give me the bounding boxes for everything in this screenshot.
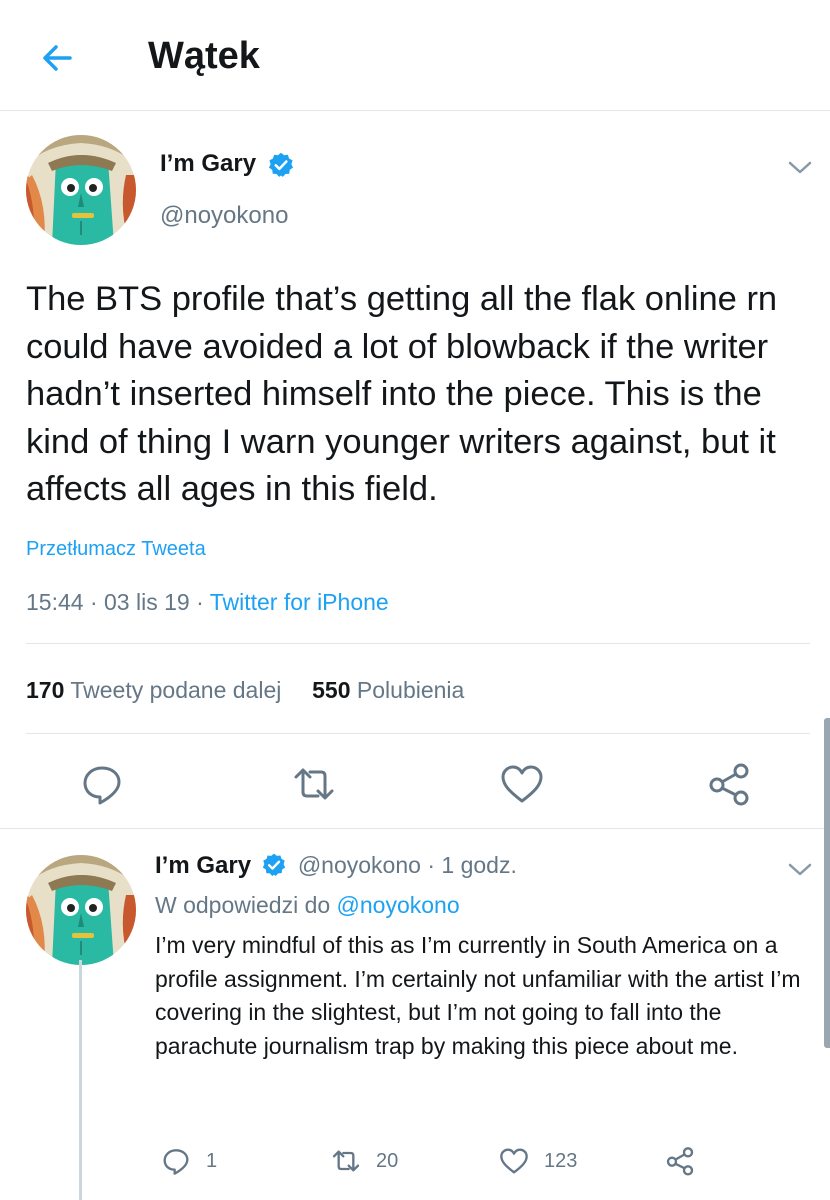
page-title: Wątek (148, 35, 260, 77)
divider (26, 643, 810, 644)
retweet-label: Tweety podane dalej (70, 677, 282, 703)
reply-time-ago: 1 godz. (441, 852, 517, 878)
verified-badge-icon (268, 152, 293, 177)
chevron-down-icon[interactable] (787, 862, 813, 878)
replying-to: W odpowiedzi do @noyokono (155, 892, 460, 919)
like-count: 550 (312, 677, 351, 703)
like-icon (501, 765, 543, 803)
reply-count: 1 (206, 1149, 218, 1172)
replying-to-handle-link[interactable]: @noyokono (337, 892, 460, 918)
avatar[interactable] (26, 135, 136, 245)
reply-icon (83, 766, 121, 805)
tweet-source-link[interactable]: Twitter for iPhone (210, 589, 389, 615)
avatar-illustration (26, 135, 136, 245)
share-icon (666, 1147, 694, 1176)
retweet-icon (332, 1150, 360, 1172)
like-button[interactable] (498, 760, 546, 808)
share-button[interactable] (664, 1145, 696, 1177)
like-icon (500, 1148, 528, 1174)
retweet-count: 20 (376, 1149, 399, 1172)
like-label: Polubienia (356, 677, 465, 703)
avatar[interactable] (26, 855, 136, 965)
scrollbar[interactable] (824, 718, 830, 1048)
share-icon (709, 763, 749, 806)
divider (26, 733, 810, 734)
likes-stat[interactable]: 550 Polubienia (312, 677, 464, 703)
reply-author-name: I’m Gary (155, 852, 252, 879)
reply-text: I’m very mindful of this as I’m currentl… (155, 932, 801, 1059)
meta-separator: · (89, 589, 105, 615)
author-row[interactable]: I’m Gary (160, 150, 295, 179)
reply-header[interactable]: I’m Gary @noyokono · 1 godz. (155, 852, 517, 880)
tweet-text: The BTS profile that’s getting all the f… (26, 280, 778, 508)
meta-separator: · (196, 589, 210, 615)
chevron-down-icon[interactable] (787, 160, 813, 176)
reply-button[interactable]: 1 (160, 1145, 217, 1177)
verified-badge-icon (263, 853, 286, 876)
back-arrow-icon (43, 45, 72, 71)
author-handle[interactable]: @noyokono (160, 202, 288, 230)
retweets-stat[interactable]: 170 Tweety podane dalej (26, 677, 281, 703)
tweet-stats: 170 Tweety podane dalej 550 Polubienia (26, 677, 464, 704)
share-button[interactable] (705, 760, 753, 808)
thread-line (79, 960, 82, 1200)
reply-button[interactable] (78, 760, 126, 808)
like-button[interactable]: 123 (498, 1145, 577, 1177)
translate-tweet-link[interactable]: Przetłumacz Tweeta (26, 538, 206, 561)
retweet-button[interactable] (290, 760, 338, 808)
tweet-meta: 15:44 · 03 lis 19 · Twitter for iPhone (26, 589, 389, 616)
thread-header: Wątek (0, 0, 830, 111)
retweet-button[interactable]: 20 (330, 1145, 398, 1177)
avatar-illustration (26, 855, 136, 965)
retweet-icon (294, 768, 334, 800)
author-name: I’m Gary (160, 150, 257, 177)
reply-icon (163, 1149, 189, 1175)
replying-prefix: W odpowiedzi do (155, 892, 331, 918)
meta-separator: · (427, 852, 442, 878)
retweet-count: 170 (26, 677, 65, 703)
divider (0, 828, 830, 829)
back-button[interactable] (36, 36, 80, 80)
tweet-date: 03 lis 19 (104, 589, 190, 615)
like-count: 123 (544, 1149, 578, 1172)
reply-author-handle: @noyokono (297, 852, 421, 878)
tweet-time: 15:44 (26, 589, 84, 615)
